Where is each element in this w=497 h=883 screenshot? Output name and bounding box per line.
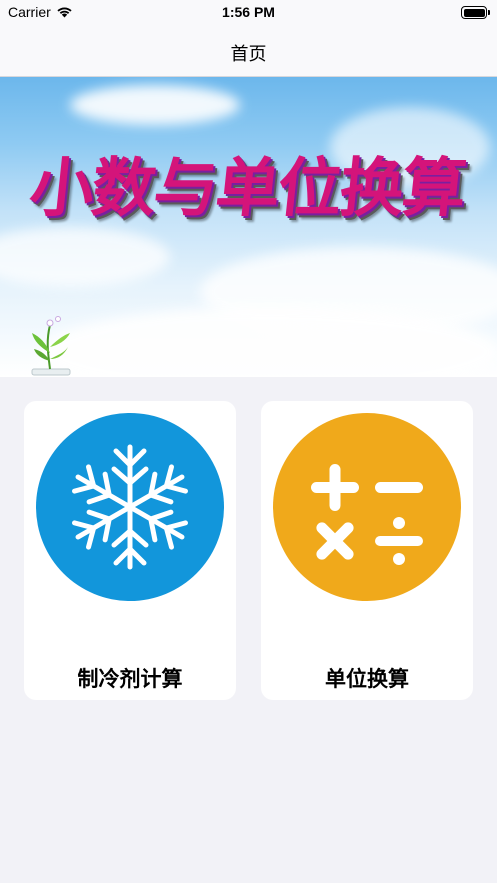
battery-icon xyxy=(461,6,490,19)
snowflake-icon xyxy=(36,413,224,601)
navigation-bar: 首页 xyxy=(0,28,497,77)
refrigerant-calc-label: 制冷剂计算 xyxy=(77,667,183,691)
unit-conversion-label: 单位换算 xyxy=(325,667,409,691)
status-time: 1:56 PM xyxy=(222,4,275,20)
banner-image: 小数与单位换算 xyxy=(0,77,497,377)
calculator-icon xyxy=(273,413,461,601)
status-bar: Carrier 1:56 PM xyxy=(0,0,497,28)
unit-conversion-card[interactable]: 单位换算 xyxy=(261,401,473,700)
refrigerant-calc-card[interactable]: 制冷剂计算 xyxy=(24,401,236,700)
banner-title: 小数与单位换算 xyxy=(26,152,468,226)
page-title: 首页 xyxy=(230,44,267,65)
plant-icon xyxy=(31,316,71,376)
